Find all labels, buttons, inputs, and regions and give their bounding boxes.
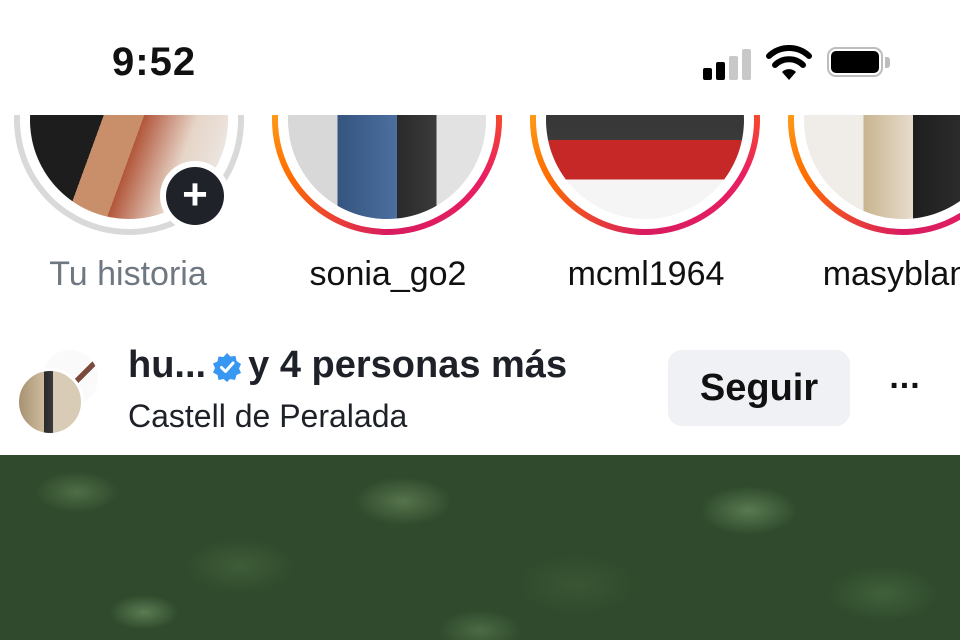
story-label: mcml1964 xyxy=(567,255,725,293)
status-time: 9:52 xyxy=(112,40,197,84)
post-collaborators[interactable]: hu... y 4 personas más xyxy=(128,344,567,387)
cellular-signal-icon xyxy=(703,48,751,80)
story-ring xyxy=(788,115,960,235)
story-label: Tu historia xyxy=(49,255,207,293)
story-avatar xyxy=(804,115,960,219)
story-label: sonia_go2 xyxy=(309,255,467,293)
story-avatar xyxy=(546,115,744,219)
story-item-masyblanc[interactable]: masyblanc xyxy=(776,115,960,315)
story-avatar xyxy=(288,115,486,219)
story-label: masyblanc xyxy=(822,255,960,293)
verified-badge-icon xyxy=(212,349,242,382)
wifi-icon xyxy=(766,44,812,82)
story-item-mcml1964[interactable]: mcml1964 xyxy=(518,115,760,315)
story-ring xyxy=(272,115,502,235)
stories-tray[interactable]: + Tu historia sonia_go2 mcml1964 masybla… xyxy=(0,115,960,320)
story-ring xyxy=(530,115,760,235)
follow-button[interactable]: Seguir xyxy=(668,350,850,426)
post-image[interactable] xyxy=(0,455,960,640)
author-username[interactable]: hu... xyxy=(128,344,206,386)
post-header: hu... y 4 personas más Castell de Peralad… xyxy=(0,330,960,455)
more-options-icon[interactable]: ... xyxy=(880,360,930,400)
collab-others[interactable]: 4 personas más xyxy=(280,344,567,386)
battery-level-fill xyxy=(831,51,879,73)
collab-connector: y xyxy=(248,344,270,386)
post-location[interactable]: Castell de Peralada xyxy=(128,398,407,435)
story-item-tu-historia[interactable]: + Tu historia xyxy=(0,115,244,315)
add-story-button[interactable]: + xyxy=(160,161,230,231)
battery-icon xyxy=(827,47,891,81)
plus-icon: + xyxy=(166,167,224,225)
author-avatar[interactable] xyxy=(16,368,84,436)
status-bar: 9:52 xyxy=(0,0,960,115)
story-item-sonia-go2[interactable]: sonia_go2 xyxy=(260,115,502,315)
